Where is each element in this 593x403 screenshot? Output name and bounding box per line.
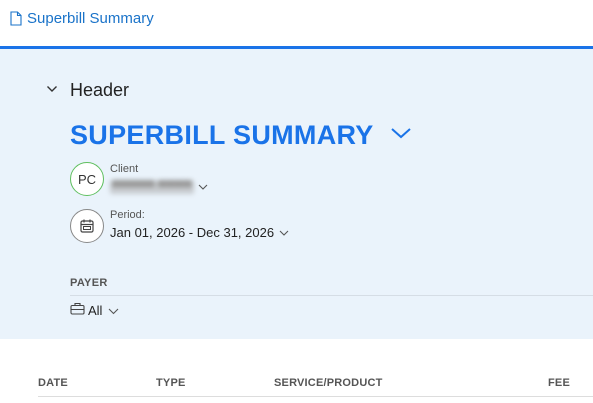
column-header-date[interactable]: DATE: [38, 377, 68, 389]
table-header: DATE TYPE SERVICE/PRODUCT FEE: [0, 377, 593, 393]
column-header-service[interactable]: SERVICE/PRODUCT: [274, 377, 383, 389]
client-select[interactable]: ▀▀▀▀▀ ▀▀▀▀: [110, 178, 208, 196]
breadcrumb-label[interactable]: Superbill Summary: [27, 10, 154, 27]
column-header-fee[interactable]: FEE: [548, 377, 570, 389]
briefcase-icon: [70, 302, 85, 318]
period-value: Jan 01, 2026 - Dec 31, 2026: [110, 225, 275, 240]
top-bar: Superbill Summary: [0, 0, 593, 46]
table-header-divider: [38, 396, 593, 397]
breadcrumb[interactable]: Superbill Summary: [10, 10, 154, 27]
document-icon: [10, 11, 22, 26]
header-section-toggle[interactable]: Header: [46, 80, 129, 101]
calendar-icon: [70, 209, 104, 243]
chevron-down-icon: [198, 178, 208, 196]
column-header-type[interactable]: TYPE: [156, 377, 186, 389]
payer-label: PAYER: [70, 277, 108, 289]
document-title-row: SUPERBILL SUMMARY: [70, 120, 412, 151]
chevron-down-icon: [108, 303, 119, 318]
chevron-down-icon: [279, 225, 289, 240]
period-select[interactable]: Jan 01, 2026 - Dec 31, 2026: [110, 225, 289, 240]
chevron-down-icon[interactable]: [46, 82, 58, 100]
client-name-redacted: ▀▀▀▀▀ ▀▀▀▀: [110, 179, 194, 194]
section-title: Header: [70, 80, 130, 100]
payer-select[interactable]: All: [70, 302, 119, 318]
client-avatar: PC: [70, 162, 104, 196]
payer-divider: [70, 295, 593, 296]
payer-value: All: [88, 302, 103, 318]
period-label: Period:: [110, 209, 145, 221]
document-title: SUPERBILL SUMMARY: [70, 120, 374, 150]
title-chevron-down-icon[interactable]: [390, 126, 412, 145]
client-label: Client: [110, 163, 139, 175]
